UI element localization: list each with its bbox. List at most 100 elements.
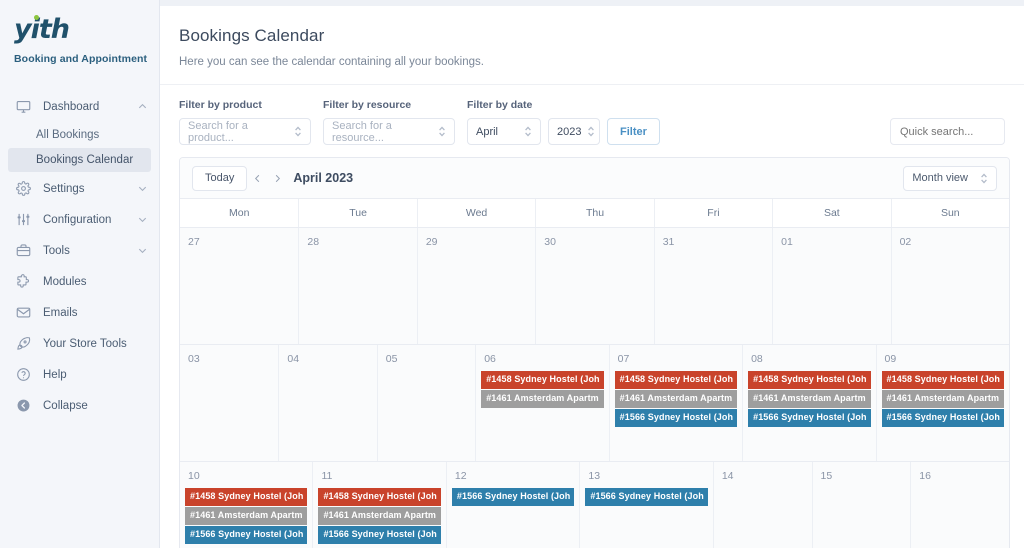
- calendar-week-row: 10#1458 Sydney Hostel (Joh#1461 Amsterda…: [180, 462, 1009, 548]
- filter-button[interactable]: Filter: [607, 118, 660, 145]
- calendar-day-header: Mon: [180, 199, 298, 227]
- calendar-day-number: 15: [821, 470, 906, 482]
- calendar-day-cell[interactable]: 28: [298, 228, 416, 344]
- calendar-day-cell[interactable]: 04: [278, 345, 376, 461]
- calendar-event[interactable]: #1461 Amsterdam Apartm: [882, 390, 1004, 408]
- envelope-icon: [14, 304, 32, 322]
- puzzle-icon: [14, 273, 32, 291]
- chevron-down-icon: [137, 214, 149, 226]
- stepper-icon: [524, 125, 532, 138]
- next-month-button[interactable]: [267, 166, 287, 190]
- calendar-day-cell[interactable]: 09#1458 Sydney Hostel (Joh#1461 Amsterda…: [876, 345, 1009, 461]
- sidebar-item-your-store-tools[interactable]: Your Store Tools: [0, 328, 159, 359]
- calendar-event[interactable]: #1458 Sydney Hostel (Joh: [882, 371, 1004, 389]
- calendar-event[interactable]: #1458 Sydney Hostel (Joh: [748, 371, 870, 389]
- calendar-event[interactable]: #1566 Sydney Hostel (Joh: [585, 488, 707, 506]
- calendar-day-cell[interactable]: 11#1458 Sydney Hostel (Joh#1461 Amsterda…: [312, 462, 445, 548]
- calendar-title: April 2023: [293, 171, 353, 185]
- year-select[interactable]: 2023: [548, 118, 600, 145]
- calendar-day-cell[interactable]: 16: [910, 462, 1009, 548]
- sidebar-item-tools[interactable]: Tools: [0, 235, 159, 266]
- calendar-day-cell[interactable]: 08#1458 Sydney Hostel (Joh#1461 Amsterda…: [742, 345, 875, 461]
- calendar-day-cell[interactable]: 01: [772, 228, 890, 344]
- calendar-event[interactable]: #1461 Amsterdam Apartm: [185, 507, 307, 525]
- calendar-day-header: Sat: [772, 199, 890, 227]
- calendar-event[interactable]: #1458 Sydney Hostel (Joh: [185, 488, 307, 506]
- calendar-day-number: 30: [544, 236, 648, 248]
- sidebar-item-all-bookings[interactable]: All Bookings: [8, 123, 151, 147]
- filter-date-row: April 2023 Filter: [467, 118, 660, 145]
- calendar-day-cell[interactable]: 29: [417, 228, 535, 344]
- month-select[interactable]: April: [467, 118, 541, 145]
- calendar-day-number: 12: [455, 470, 574, 482]
- product-select[interactable]: Search for a product...: [179, 118, 311, 145]
- calendar-day-cell[interactable]: 30: [535, 228, 653, 344]
- calendar-event[interactable]: #1461 Amsterdam Apartm: [481, 390, 603, 408]
- stepper-icon: [438, 125, 446, 138]
- view-mode-select[interactable]: Month view: [903, 166, 997, 191]
- calendar-day-cell[interactable]: 10#1458 Sydney Hostel (Joh#1461 Amsterda…: [180, 462, 312, 548]
- calendar-day-number: 28: [307, 236, 411, 248]
- calendar-event[interactable]: #1461 Amsterdam Apartm: [748, 390, 870, 408]
- app-root: yith Booking and Appointment Dashboard A…: [0, 0, 1024, 548]
- sidebar-item-label: Configuration: [43, 214, 137, 226]
- calendar-event[interactable]: #1566 Sydney Hostel (Joh: [882, 409, 1004, 427]
- calendar-event[interactable]: #1461 Amsterdam Apartm: [318, 507, 440, 525]
- filter-date-label: Filter by date: [467, 99, 660, 111]
- year-select-value: 2023: [557, 126, 581, 138]
- calendar-weeks: 27 28 29 30 31 0102 03 04 05 06 #1458 Sydney Hoste…: [180, 228, 1009, 548]
- prev-month-button[interactable]: [247, 166, 267, 190]
- question-circle-icon: [14, 366, 32, 384]
- calendar-day-number: 06: [484, 353, 603, 365]
- page-title: Bookings Calendar: [179, 26, 1002, 46]
- calendar-day-cell[interactable]: 31: [654, 228, 772, 344]
- today-button[interactable]: Today: [192, 166, 247, 191]
- calendar-day-cell[interactable]: 14: [713, 462, 812, 548]
- calendar-event[interactable]: #1566 Sydney Hostel (Joh: [318, 526, 440, 544]
- calendar-day-cell[interactable]: 27: [180, 228, 298, 344]
- calendar-day-cell[interactable]: 06 #1458 Sydney Hostel (Joh#1461 Amsterda…: [475, 345, 608, 461]
- sidebar-item-label: Collapse: [43, 400, 149, 412]
- briefcase-icon: [14, 242, 32, 260]
- calendar-event[interactable]: #1458 Sydney Hostel (Joh: [615, 371, 737, 389]
- sidebar-item-help[interactable]: Help: [0, 359, 159, 390]
- sidebar-item-settings[interactable]: Settings: [0, 173, 159, 204]
- sidebar: yith Booking and Appointment Dashboard A…: [0, 0, 160, 548]
- calendar-event[interactable]: #1458 Sydney Hostel (Joh: [318, 488, 440, 506]
- sidebar-item-collapse[interactable]: Collapse: [0, 390, 159, 421]
- calendar-event[interactable]: #1566 Sydney Hostel (Joh: [748, 409, 870, 427]
- calendar-event[interactable]: #1566 Sydney Hostel (Joh: [615, 409, 737, 427]
- sidebar-item-modules[interactable]: Modules: [0, 266, 159, 297]
- sidebar-item-configuration[interactable]: Configuration: [0, 204, 159, 235]
- view-mode-value: Month view: [912, 172, 968, 184]
- calendar-day-number: 04: [287, 353, 371, 365]
- calendar-event[interactable]: #1566 Sydney Hostel (Joh: [185, 526, 307, 544]
- calendar-day-cell[interactable]: 02: [891, 228, 1009, 344]
- resource-select[interactable]: Search for a resource...: [323, 118, 455, 145]
- sidebar-item-label: Settings: [43, 183, 137, 195]
- calendar-day-number: 31: [663, 236, 767, 248]
- calendar-day-cell[interactable]: 05: [377, 345, 475, 461]
- logo-subtitle: Booking and Appointment: [0, 43, 159, 65]
- logo-text: yith: [14, 16, 69, 43]
- sidebar-item-emails[interactable]: Emails: [0, 297, 159, 328]
- sidebar-item-bookings-calendar[interactable]: Bookings Calendar: [8, 148, 151, 172]
- calendar-day-cell[interactable]: 15: [812, 462, 911, 548]
- gear-icon: [14, 180, 32, 198]
- sidebar-item-dashboard[interactable]: Dashboard: [0, 91, 159, 122]
- calendar-day-cell[interactable]: 12 #1566 Sydney Hostel (Joh: [446, 462, 579, 548]
- calendar-event[interactable]: #1458 Sydney Hostel (Joh: [481, 371, 603, 389]
- calendar-event[interactable]: #1566 Sydney Hostel (Joh: [452, 488, 574, 506]
- filter-resource-label: Filter by resource: [323, 99, 455, 111]
- calendar-day-cell[interactable]: 07 #1458 Sydney Hostel (Joh#1461 Amsterda…: [609, 345, 742, 461]
- calendar-day-cell[interactable]: 13#1566 Sydney Hostel (Joh: [579, 462, 712, 548]
- calendar-event[interactable]: #1461 Amsterdam Apartm: [615, 390, 737, 408]
- calendar-day-number: 03: [188, 353, 273, 365]
- calendar-day-number: 07: [618, 353, 737, 365]
- calendar-week-row: 27 28 29 30 31 0102: [180, 228, 1009, 345]
- calendar-week-row: 03040506#1458 Sydney Hostel (Joh#1461 Am…: [180, 345, 1009, 462]
- quick-search-input[interactable]: [890, 118, 1005, 145]
- calendar-day-number: 14: [722, 470, 807, 482]
- month-select-value: April: [476, 126, 498, 138]
- calendar-day-cell[interactable]: 03: [180, 345, 278, 461]
